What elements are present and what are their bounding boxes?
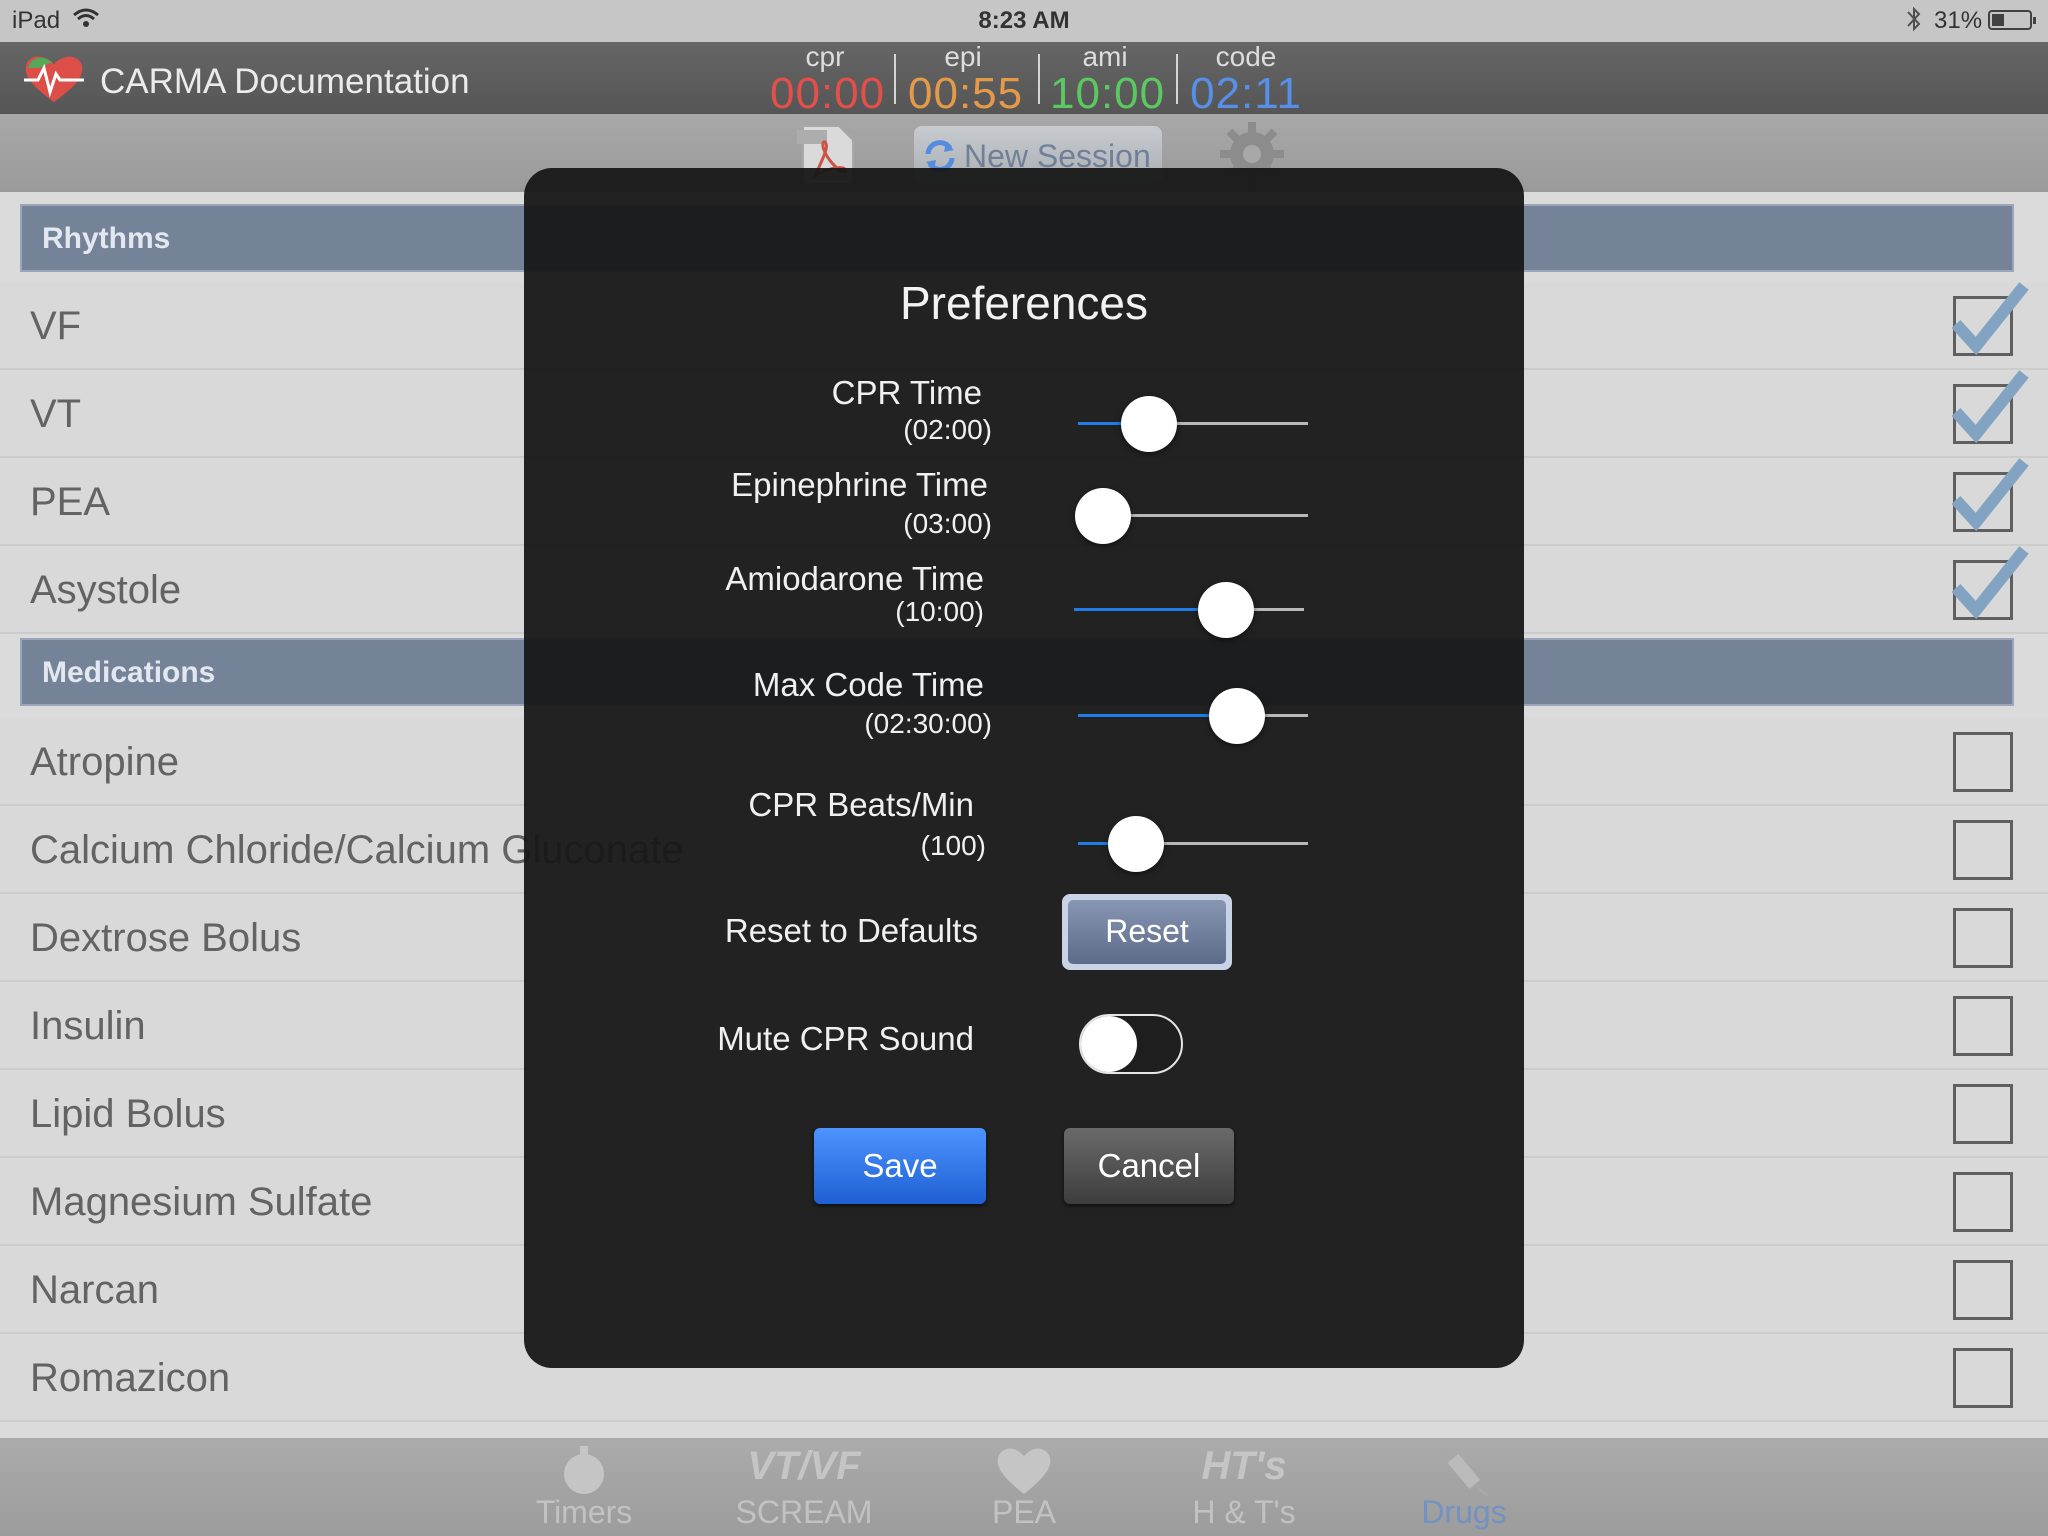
preferences-dialog: Preferences CPR Time (02:00) Epinephrine… — [524, 168, 1524, 1368]
amiodarone-time-value: (10:00) — [895, 596, 984, 627]
reset-defaults-label: Reset to Defaults — [724, 912, 978, 949]
slider-thumb[interactable] — [1197, 582, 1254, 638]
cpr-time-label: CPR Time — [831, 374, 982, 411]
cpr-beats-slider[interactable] — [1078, 814, 1308, 874]
slider-thumb[interactable] — [1107, 816, 1164, 872]
cpr-beats-value: (100) — [920, 830, 986, 861]
reset-button[interactable]: Reset — [1062, 894, 1232, 970]
mute-cpr-sound-label: Mute CPR Sound — [717, 1020, 974, 1057]
toggle-knob — [1081, 1016, 1137, 1072]
mute-cpr-sound-toggle[interactable] — [1079, 1014, 1183, 1074]
epinephrine-time-slider[interactable] — [1075, 486, 1308, 546]
amiodarone-time-slider[interactable] — [1074, 580, 1304, 640]
cpr-time-slider[interactable] — [1078, 394, 1308, 454]
max-code-time-label: Max Code Time — [752, 666, 984, 703]
cpr-time-value: (02:00) — [903, 414, 992, 445]
slider-thumb[interactable] — [1121, 396, 1178, 452]
max-code-time-slider[interactable] — [1078, 686, 1308, 746]
amiodarone-time-label: Amiodarone Time — [725, 560, 984, 597]
epinephrine-time-value: (03:00) — [903, 508, 992, 539]
cpr-beats-label: CPR Beats/Min — [748, 786, 974, 823]
cancel-button[interactable]: Cancel — [1064, 1128, 1234, 1204]
dialog-title: Preferences — [899, 277, 1148, 329]
save-button[interactable]: Save — [814, 1128, 986, 1204]
reset-button-label: Reset — [1068, 900, 1226, 964]
epinephrine-time-label: Epinephrine Time — [731, 466, 988, 503]
slider-thumb[interactable] — [1075, 488, 1132, 544]
max-code-time-value: (02:30:00) — [864, 708, 992, 739]
slider-thumb[interactable] — [1208, 688, 1265, 744]
